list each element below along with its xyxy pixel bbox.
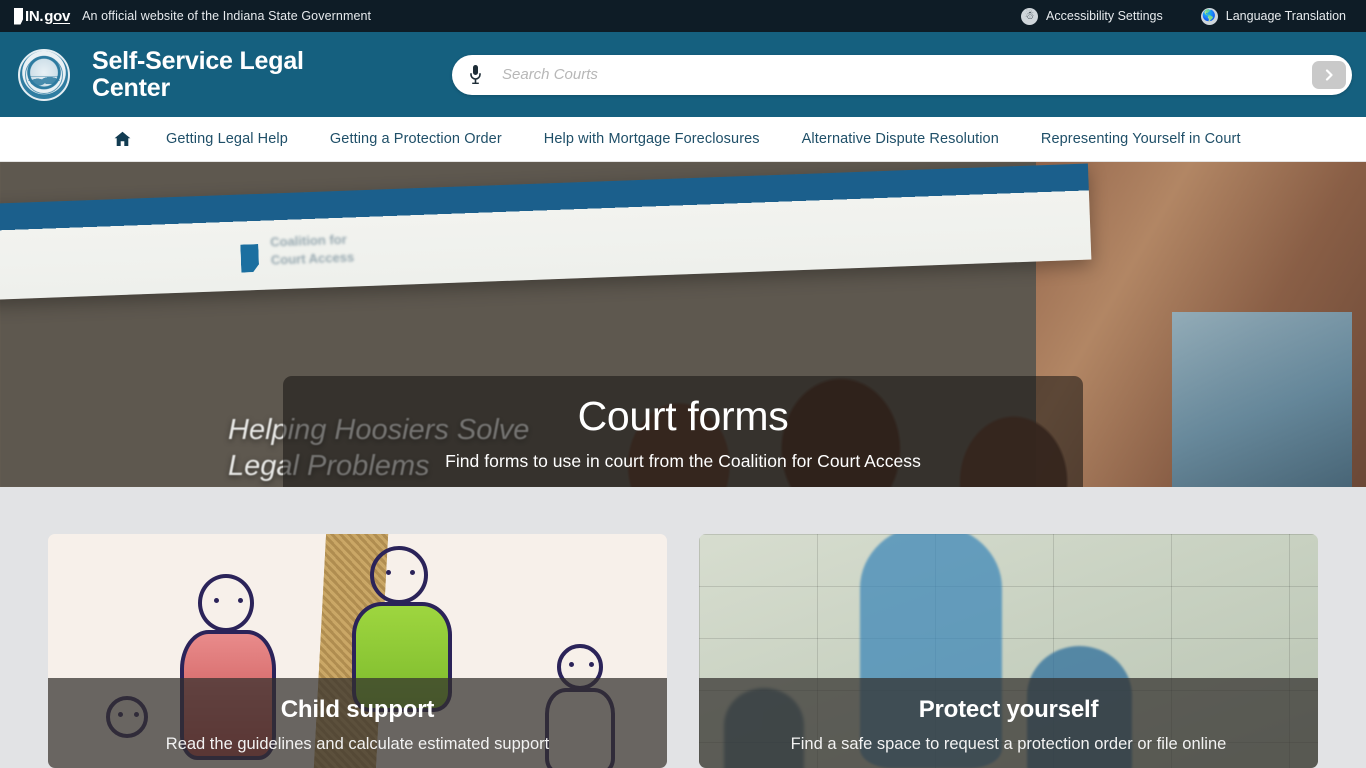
card-child-support[interactable]: Child support Read the guidelines and ca…	[48, 534, 667, 768]
nav-item-representing-yourself-in-court[interactable]: Representing Yourself in Court	[1020, 131, 1262, 147]
official-website-tagline: An official website of the Indiana State…	[82, 9, 372, 23]
hero-section: Coalition for Court Access Helping Hoosi…	[0, 162, 1366, 487]
globe-icon: 🌎	[1200, 7, 1218, 25]
search-input[interactable]	[484, 66, 1312, 83]
ingov-logo[interactable]: IN. gov	[14, 7, 71, 25]
hero-overlay-panel: Court forms Find forms to use in court f…	[283, 376, 1083, 487]
language-translation-link[interactable]: 🌎 Language Translation	[1200, 7, 1346, 25]
main-navigation: Getting Legal Help Getting a Protection …	[0, 117, 1366, 162]
nav-item-alternative-dispute-resolution[interactable]: Alternative Dispute Resolution	[781, 131, 1020, 147]
site-title[interactable]: Self-Service Legal Center	[92, 48, 362, 101]
card-protect-yourself[interactable]: Protect yourself Find a safe space to re…	[699, 534, 1318, 768]
nav-home-link[interactable]	[100, 131, 145, 147]
hero-title: Court forms	[577, 393, 789, 439]
gov-bar-utility-links: ☃ Accessibility Settings 🌎 Language Tran…	[1021, 7, 1346, 25]
chevron-right-icon	[1325, 68, 1333, 81]
language-translation-label: Language Translation	[1225, 9, 1346, 23]
coalition-logo-mark-icon	[240, 244, 259, 273]
accessibility-person-icon: ☃	[1021, 7, 1039, 25]
feature-cards-section: Child support Read the guidelines and ca…	[0, 487, 1366, 768]
accessibility-settings-link[interactable]: ☃ Accessibility Settings	[1021, 7, 1163, 25]
nav-item-help-with-mortgage-foreclosures[interactable]: Help with Mortgage Foreclosures	[523, 131, 781, 147]
government-top-bar: IN. gov An official website of the India…	[0, 0, 1366, 32]
hero-subtitle: Find forms to use in court from the Coal…	[445, 451, 921, 472]
ingov-logo-gov: gov	[44, 7, 71, 25]
search-bar	[452, 54, 1352, 95]
ingov-logo-in: IN.	[25, 7, 44, 25]
card-title-child-support: Child support	[280, 696, 435, 723]
nav-item-getting-a-protection-order[interactable]: Getting a Protection Order	[309, 131, 523, 147]
hero-banner-text: Coalition for Court Access	[269, 231, 355, 268]
hero-window	[1172, 312, 1352, 487]
nav-item-getting-legal-help[interactable]: Getting Legal Help	[145, 131, 309, 147]
indiana-state-seal-icon	[18, 48, 70, 101]
card-subtitle-protect-yourself: Find a safe space to request a protectio…	[790, 735, 1227, 753]
card-subtitle-child-support: Read the guidelines and calculate estima…	[165, 735, 550, 753]
card-title-protect-yourself: Protect yourself	[918, 696, 1099, 723]
microphone-icon[interactable]	[466, 64, 484, 86]
home-icon	[114, 131, 131, 146]
accessibility-settings-label: Accessibility Settings	[1046, 9, 1163, 23]
search-submit-button[interactable]	[1312, 60, 1346, 89]
site-header: Self-Service Legal Center	[0, 32, 1366, 117]
indiana-state-shape-icon	[14, 7, 23, 25]
